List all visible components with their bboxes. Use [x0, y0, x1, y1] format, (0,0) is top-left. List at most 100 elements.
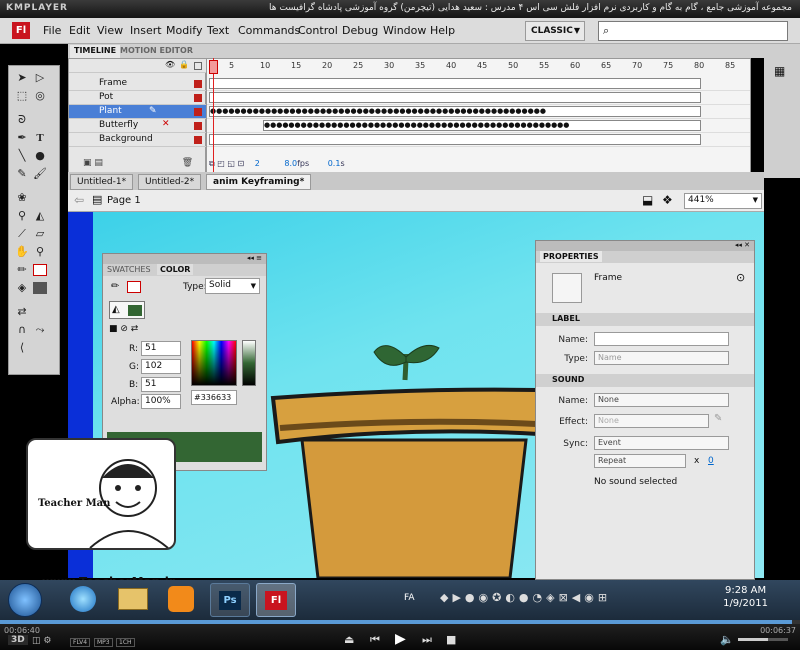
- subselection-tool-icon[interactable]: ▷: [31, 69, 49, 87]
- zoom-tool-icon[interactable]: ⚲: [31, 243, 49, 261]
- new-folder-icon[interactable]: ▤: [94, 158, 103, 168]
- help-search-input[interactable]: ⌕: [598, 21, 788, 41]
- menu-file[interactable]: File: [43, 24, 61, 37]
- menu-text[interactable]: Text: [207, 24, 229, 37]
- pencil-tool-icon[interactable]: ✎: [13, 165, 31, 183]
- menu-control[interactable]: Control: [298, 24, 338, 37]
- repeat-count[interactable]: 0: [708, 456, 714, 466]
- color-type-select[interactable]: Solid ▼: [205, 278, 260, 294]
- playhead-handle[interactable]: [209, 60, 218, 74]
- play-icon[interactable]: ▶: [395, 631, 406, 647]
- lasso-tool-icon[interactable]: ᘐ: [13, 111, 31, 129]
- panel-grip[interactable]: ◂◂ ≡: [103, 254, 266, 264]
- fill-button[interactable]: ◭: [109, 301, 145, 319]
- media-player-icon[interactable]: [168, 586, 194, 612]
- ie-icon[interactable]: [70, 586, 96, 612]
- dock-panel-icon[interactable]: ▦: [774, 64, 785, 78]
- doc-tab[interactable]: Untitled-1*: [70, 174, 134, 190]
- hand-tool-icon[interactable]: ✋: [13, 243, 31, 261]
- lock-icon[interactable]: 🔒: [179, 60, 189, 69]
- selection-tool-icon[interactable]: ➤: [13, 69, 31, 87]
- paint-bucket-icon[interactable]: ◭: [31, 207, 49, 225]
- outline-icon[interactable]: [194, 62, 202, 70]
- text-tool-icon[interactable]: T: [31, 129, 49, 147]
- language-indicator[interactable]: FA: [404, 593, 415, 603]
- snap-magnet-icon[interactable]: ∩: [13, 321, 31, 339]
- effect-select[interactable]: None: [594, 414, 709, 428]
- green-input[interactable]: 102: [141, 359, 181, 374]
- tab-timeline[interactable]: TIMELINE: [70, 45, 121, 58]
- taskbar-flash[interactable]: Fl: [256, 583, 296, 617]
- pen-tool-icon[interactable]: ✒: [13, 129, 31, 147]
- free-transform-icon[interactable]: ⬚: [13, 87, 31, 105]
- layer-row-selected[interactable]: Plant ✎: [69, 105, 207, 119]
- menu-debug[interactable]: Debug: [342, 24, 378, 37]
- system-clock[interactable]: 9:28 AM 1/9/2011: [723, 585, 768, 609]
- zoom-select[interactable]: 441% ▼: [684, 193, 762, 209]
- tab-motion-editor[interactable]: MOTION EDITOR: [116, 45, 197, 58]
- brush-tool-icon[interactable]: 🖌: [31, 165, 49, 183]
- layer-row[interactable]: Background: [69, 133, 207, 147]
- tray-icons[interactable]: ◆▶●◉✪◐●◔◈⊠◀◉⊞: [440, 591, 611, 604]
- edit-pencil-icon[interactable]: ✎: [714, 413, 722, 424]
- menu-insert[interactable]: Insert: [130, 24, 162, 37]
- explorer-icon[interactable]: [118, 588, 148, 610]
- stroke-swatch[interactable]: [127, 281, 141, 293]
- color-mode-icons[interactable]: ■ ⊘ ⇄: [109, 324, 138, 334]
- frame-row[interactable]: ●●●●●●●●●●●●●●●●●●●●●●●●●●●●●●●●●●●●●●●●…: [207, 119, 750, 133]
- next-icon[interactable]: ⏭: [422, 633, 432, 647]
- blue-input[interactable]: 51: [141, 377, 181, 392]
- straighten-icon[interactable]: ⟨: [13, 339, 31, 357]
- new-layer-icon[interactable]: ▣: [83, 158, 92, 168]
- color-spectrum[interactable]: [191, 340, 237, 386]
- repeat-select[interactable]: Repeat: [594, 454, 686, 468]
- frame-grid[interactable]: 5 10 15 20 25 30 35 40 45 50 55 60 65 70 75 80 85 ●●●●●●…: [206, 58, 751, 173]
- start-button[interactable]: [8, 583, 42, 617]
- edit-scene-icon[interactable]: ⬓: [642, 193, 653, 207]
- tab-swatches[interactable]: SWATCHES: [107, 265, 151, 274]
- section-label[interactable]: LABEL: [536, 313, 754, 326]
- menu-commands[interactable]: Commands: [238, 24, 300, 37]
- oval-tool-icon[interactable]: ●: [31, 147, 49, 165]
- layer-row[interactable]: Pot: [69, 91, 207, 105]
- sync-select[interactable]: Event: [594, 436, 729, 450]
- fill-color-icon[interactable]: ◈: [13, 279, 31, 297]
- doc-tab-active[interactable]: anim Keyframing*: [206, 174, 312, 190]
- menu-help[interactable]: Help: [430, 24, 455, 37]
- eject-icon[interactable]: ⏏: [344, 633, 354, 646]
- 3d-rotation-icon[interactable]: ◎: [31, 87, 49, 105]
- smooth-icon[interactable]: ⤳: [31, 321, 49, 339]
- stop-icon[interactable]: ■: [446, 633, 456, 646]
- brightness-slider[interactable]: [242, 340, 256, 386]
- player-menu-icons[interactable]: ◫ ⚙: [32, 636, 51, 646]
- eraser-tool-icon[interactable]: ▱: [31, 225, 49, 243]
- plant-sprout[interactable]: [373, 345, 440, 381]
- 3d-button[interactable]: 3D: [8, 635, 28, 645]
- flower-pot[interactable]: [270, 387, 540, 578]
- label-name-input[interactable]: [594, 332, 729, 346]
- layer-row[interactable]: Butterfly ✕: [69, 119, 207, 133]
- volume-slider[interactable]: [738, 638, 788, 641]
- frame-rate[interactable]: 8.0: [284, 159, 297, 168]
- deco-tool-icon[interactable]: ❀: [13, 189, 31, 207]
- menu-view[interactable]: View: [97, 24, 123, 37]
- frame-row[interactable]: [207, 77, 750, 91]
- doc-tab[interactable]: Untitled-2*: [138, 174, 202, 190]
- delete-layer-icon[interactable]: 🗑: [182, 158, 193, 168]
- onion-skin-icon[interactable]: ⧉ ◰ ◱ ⊡: [209, 159, 244, 168]
- line-tool-icon[interactable]: ╲: [13, 147, 31, 165]
- section-sound[interactable]: SOUND: [536, 374, 754, 387]
- workspace-switcher[interactable]: CLASSIC ▼: [525, 21, 585, 41]
- layer-row[interactable]: Frame: [69, 77, 207, 91]
- alpha-input[interactable]: 100%: [141, 394, 181, 409]
- volume-icon[interactable]: 🔈: [720, 633, 734, 646]
- current-frame[interactable]: 2: [255, 159, 260, 168]
- back-arrow-icon[interactable]: ⇦: [74, 193, 84, 207]
- edit-symbols-icon[interactable]: ❖: [662, 193, 673, 207]
- sound-name-select[interactable]: None: [594, 393, 729, 407]
- seek-bar[interactable]: [0, 620, 800, 624]
- bone-tool-icon[interactable]: ⚲: [13, 207, 31, 225]
- menu-edit[interactable]: Edit: [69, 24, 90, 37]
- previous-icon[interactable]: ⏮: [370, 633, 380, 647]
- fill-swatch[interactable]: [31, 279, 49, 297]
